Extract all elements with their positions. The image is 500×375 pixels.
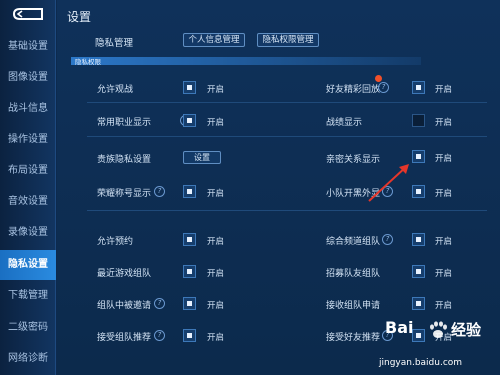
friend-highlight-checkbox[interactable]: [412, 81, 425, 94]
back-button[interactable]: [10, 6, 46, 22]
sidebar-item-battle-info[interactable]: 战斗信息: [0, 94, 56, 124]
honor-title-checkbox[interactable]: [183, 185, 196, 198]
allow-reservation-label: 允许预约: [97, 237, 134, 247]
accept-recommend-checkbox[interactable]: [183, 329, 196, 342]
annotation-arrow-icon: [368, 164, 409, 202]
section-header: 隐私权限: [71, 57, 421, 66]
job-display-label: 常用职业显示: [97, 118, 152, 128]
team-invited-label: 组队中被邀请: [97, 301, 152, 311]
allow-spectate-checkbox[interactable]: [183, 81, 196, 94]
channel-team-checkbox[interactable]: [412, 233, 425, 246]
sidebar-item-layout[interactable]: 布局设置: [0, 156, 56, 186]
honor-title-state: 开启: [207, 189, 225, 199]
friend-recommend-checkbox[interactable]: [412, 329, 425, 342]
back-arrow-icon: [12, 8, 43, 20]
sidebar-item-downloads[interactable]: 下载管理: [0, 281, 56, 311]
privacy-permission-button[interactable]: 隐私权限管理: [257, 33, 319, 47]
record-display-state: 开启: [435, 118, 453, 128]
honor-title-label: 荣耀称号显示: [97, 189, 152, 199]
personal-info-button[interactable]: 个人信息管理: [183, 33, 245, 47]
accept-recommend-label: 接受组队推荐: [97, 333, 152, 343]
recruit-team-checkbox[interactable]: [412, 265, 425, 278]
watermark-url: jingyan.baidu.com: [379, 358, 463, 368]
sidebar-item-audio[interactable]: 音效设置: [0, 187, 56, 217]
allow-spectate-state: 开启: [207, 85, 225, 95]
sidebar-item-recording[interactable]: 录像设置: [0, 218, 56, 248]
accept-recommend-state: 开启: [207, 333, 225, 343]
help-icon[interactable]: ?: [382, 234, 393, 245]
record-display-checkbox[interactable]: [412, 114, 425, 127]
recruit-team-state: 开启: [435, 269, 453, 279]
help-icon[interactable]: ?: [378, 82, 389, 93]
new-badge: [375, 75, 382, 82]
recent-team-checkbox[interactable]: [183, 265, 196, 278]
team-invited-checkbox[interactable]: [183, 297, 196, 310]
team-blacklist-state: 开启: [435, 189, 453, 199]
section-title: 隐私权限: [75, 58, 101, 66]
noble-privacy-settings-button[interactable]: 设置: [183, 151, 221, 164]
watermark-brand-suffix: 经验: [451, 321, 482, 339]
divider: [87, 136, 487, 137]
sidebar-item-controls[interactable]: 操作设置: [0, 125, 56, 155]
job-display-checkbox[interactable]: [183, 114, 196, 127]
help-icon[interactable]: ?: [154, 186, 165, 197]
recent-team-label: 最近游戏组队: [97, 269, 152, 279]
watermark-brand: Bai: [385, 318, 414, 337]
channel-team-state: 开启: [435, 237, 453, 247]
intimate-display-state: 开启: [435, 154, 453, 164]
team-invited-state: 开启: [207, 301, 225, 311]
job-display-state: 开启: [207, 118, 225, 128]
sidebar-item-network[interactable]: 网络诊断: [0, 344, 56, 374]
divider: [87, 210, 487, 211]
allow-reservation-state: 开启: [207, 237, 225, 247]
record-display-label: 战绩显示: [326, 118, 363, 128]
recruit-team-label: 招募队友组队: [326, 269, 381, 279]
divider: [87, 102, 487, 103]
friend-highlight-label: 好友精彩回放: [326, 85, 381, 95]
recent-team-state: 开启: [207, 269, 225, 279]
noble-privacy-label: 贵族隐私设置: [97, 155, 152, 165]
allow-spectate-label: 允许观战: [97, 85, 134, 95]
help-icon[interactable]: ?: [154, 330, 165, 341]
page-title: 设置: [67, 10, 92, 24]
help-icon[interactable]: ?: [154, 298, 165, 309]
privacy-management-label: 隐私管理: [95, 38, 134, 49]
sidebar-item-secondary-password[interactable]: 二级密码: [0, 313, 56, 343]
sidebar-item-basic[interactable]: 基础设置: [0, 32, 56, 62]
sidebar: 基础设置 图像设置 战斗信息 操作设置 布局设置 音效设置 录像设置 隐私设置 …: [0, 0, 56, 375]
team-request-state: 开启: [435, 301, 453, 311]
friend-highlight-state: 开启: [435, 85, 453, 95]
allow-reservation-checkbox[interactable]: [183, 233, 196, 246]
team-request-checkbox[interactable]: [412, 297, 425, 310]
channel-team-label: 综合频道组队: [326, 237, 381, 247]
paw-icon: [430, 321, 447, 338]
team-request-label: 接收组队申请: [326, 301, 381, 311]
sidebar-item-privacy[interactable]: 隐私设置: [0, 250, 56, 280]
sidebar-item-graphics[interactable]: 图像设置: [0, 63, 56, 93]
friend-recommend-label: 接受好友推荐: [326, 333, 381, 343]
